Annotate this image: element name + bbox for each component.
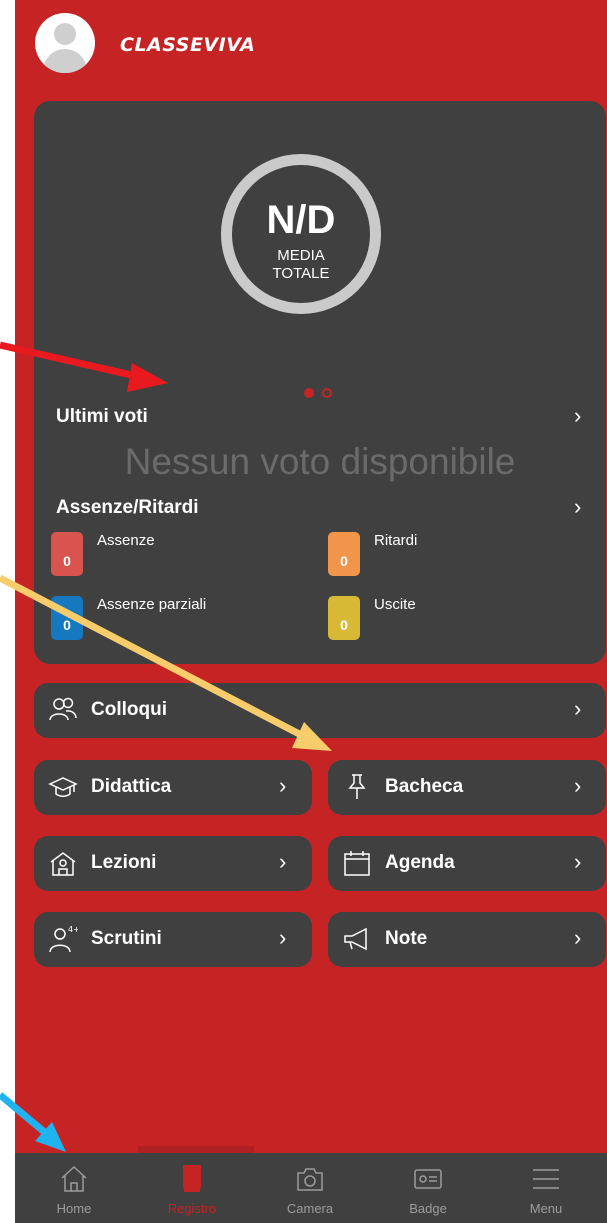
home-icon bbox=[61, 1165, 87, 1192]
lezioni-label: Lezioni bbox=[91, 852, 157, 873]
nav-label: Menu bbox=[529, 1201, 563, 1216]
nav-home[interactable]: Home bbox=[15, 1153, 133, 1223]
active-tab-indicator bbox=[138, 1146, 254, 1153]
page-dot-active[interactable] bbox=[304, 388, 314, 398]
agenda-button[interactable]: Agenda › bbox=[328, 836, 606, 891]
app-logo: CLASSEVIVA bbox=[120, 34, 256, 56]
no-grades-message: Nessun voto disponibile bbox=[124, 441, 516, 482]
nav-label: Home bbox=[56, 1201, 92, 1216]
agenda-label: Agenda bbox=[385, 852, 455, 873]
chevron-right-icon: › bbox=[279, 849, 287, 874]
bacheca-button[interactable]: Bacheca › bbox=[328, 760, 606, 815]
page-indicator bbox=[304, 385, 340, 403]
didattica-button[interactable]: Didattica › bbox=[34, 760, 312, 815]
bottom-nav: Home Registro Camera Badge Menu bbox=[15, 1153, 607, 1223]
didattica-label: Didattica bbox=[91, 776, 172, 797]
note-label: Note bbox=[385, 928, 428, 949]
bacheca-label: Bacheca bbox=[385, 776, 464, 797]
graduation-cap-icon bbox=[48, 777, 78, 797]
stat-label: Assenze bbox=[97, 532, 155, 549]
attendance-chevron-icon[interactable]: › bbox=[574, 494, 581, 520]
avatar[interactable] bbox=[35, 13, 95, 73]
average-value: N/D bbox=[266, 198, 336, 242]
scrutini-button[interactable]: 4+ Scrutini › bbox=[34, 912, 312, 967]
app-header: CLASSEVIVA bbox=[15, 0, 607, 86]
app-screen: CLASSEVIVA N/D MEDIA TOTALE Ultimi voti … bbox=[15, 0, 607, 1223]
chevron-right-icon: › bbox=[574, 696, 582, 721]
note-button[interactable]: Note › bbox=[328, 912, 606, 967]
avatar-body bbox=[43, 49, 87, 73]
school-icon bbox=[50, 852, 76, 876]
avatar-head bbox=[54, 23, 76, 45]
stat-label: Ritardi bbox=[374, 532, 418, 549]
megaphone-icon bbox=[344, 927, 367, 951]
stat-badge: 0 bbox=[51, 596, 83, 640]
lezioni-button[interactable]: Lezioni › bbox=[34, 836, 312, 891]
stat-badge: 0 bbox=[328, 532, 360, 576]
nav-registro[interactable]: Registro bbox=[133, 1153, 251, 1223]
average-ring[interactable]: N/D MEDIA TOTALE bbox=[221, 154, 381, 314]
camera-icon bbox=[297, 1168, 323, 1191]
chevron-right-icon: › bbox=[279, 925, 287, 950]
chevron-right-icon: › bbox=[574, 849, 582, 874]
colloqui-label: Colloqui bbox=[91, 699, 167, 720]
page-dot-inactive[interactable] bbox=[322, 388, 332, 398]
latest-grades-chevron-icon[interactable]: › bbox=[574, 403, 581, 429]
attendance-title[interactable]: Assenze/Ritardi bbox=[56, 497, 199, 519]
calendar-icon bbox=[344, 851, 370, 876]
summary-card: N/D MEDIA TOTALE Ultimi voti › Nessun vo… bbox=[34, 101, 606, 664]
stat-badge: 0 bbox=[51, 532, 83, 576]
book-icon bbox=[183, 1165, 201, 1192]
chevron-right-icon: › bbox=[574, 773, 582, 798]
nav-label: Registro bbox=[167, 1201, 217, 1216]
student-grade-icon: 4+ bbox=[49, 925, 78, 953]
svg-text:4+: 4+ bbox=[68, 925, 78, 934]
stat-label: Uscite bbox=[374, 596, 416, 613]
average-label: MEDIA TOTALE bbox=[272, 247, 330, 282]
nav-camera[interactable]: Camera bbox=[251, 1153, 369, 1223]
chevron-right-icon: › bbox=[574, 925, 582, 950]
latest-grades-title[interactable]: Ultimi voti bbox=[56, 406, 148, 428]
nav-label: Badge bbox=[409, 1201, 447, 1216]
chevron-right-icon: › bbox=[279, 773, 287, 798]
hamburger-icon bbox=[533, 1169, 559, 1189]
people-icon bbox=[49, 697, 77, 721]
nav-label: Camera bbox=[286, 1201, 334, 1216]
stat-label: Assenze parziali bbox=[97, 596, 207, 613]
id-card-icon bbox=[414, 1169, 442, 1189]
colloqui-button[interactable]: Colloqui › bbox=[34, 683, 606, 738]
nav-menu[interactable]: Menu bbox=[487, 1153, 605, 1223]
scrutini-label: Scrutini bbox=[91, 928, 162, 949]
pushpin-icon bbox=[348, 774, 366, 799]
nav-badge[interactable]: Badge bbox=[369, 1153, 487, 1223]
stat-badge: 0 bbox=[328, 596, 360, 640]
